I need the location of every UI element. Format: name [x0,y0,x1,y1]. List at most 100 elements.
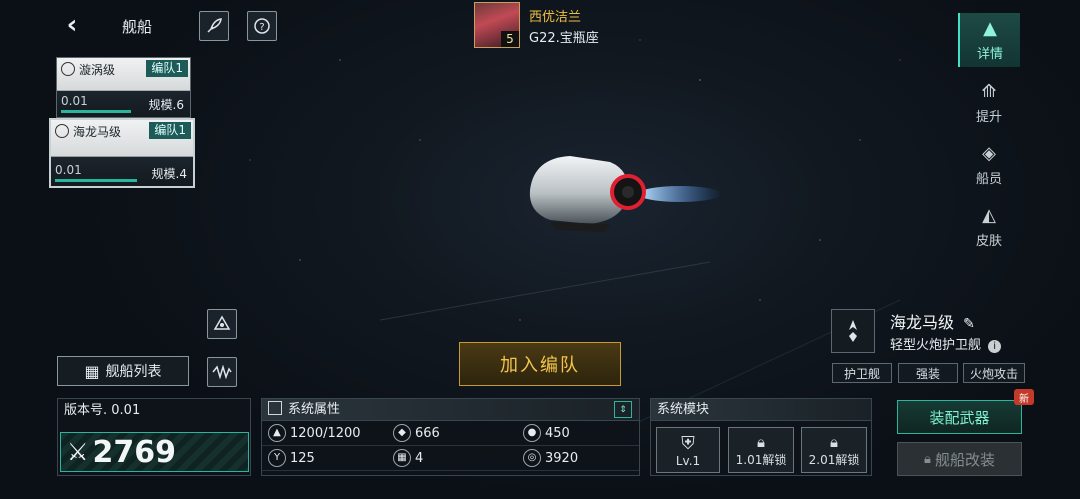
ship-list-label: 舰船列表 [105,364,162,380]
stat-value: 4 [415,450,424,466]
equip-weapons-button[interactable]: 装配武器 [897,400,1022,434]
ship-card-name: 海龙马级 [73,125,122,139]
stat-hull: ▲ 1200/1200 [262,421,387,446]
crossed-swords-icon: ⚔ [67,438,89,466]
hangar-screen: ‹ 舰船 ? 5 西优洁兰 G22.宝瓶座 漩涡级 编队1 0.01 规模.6 … [0,0,1080,499]
stat-value: 450 [545,425,570,441]
module-label: 1.01解锁 [735,452,787,467]
crew-icon: ◈ [982,143,996,164]
skin-icon: ◭ [982,205,996,226]
module-slot-2[interactable]: 🔒︎ 1.01解锁 [728,427,794,473]
lock-icon: 🔒︎ [757,432,765,451]
shield-icon: ● [523,424,541,442]
formation-icon [213,315,231,330]
stat-value: 3920 [545,450,579,466]
stat-value: 666 [415,425,440,441]
commander-avatar[interactable]: 5 [474,2,520,48]
modules-title: 系统模块 [651,399,871,421]
fleet-tag: 编队1 [146,60,188,77]
frigate-class-icon [845,320,861,342]
ship-card-bar [61,110,131,113]
tab-label: 提升 [975,110,1002,125]
target-icon: ◎ [523,449,541,467]
edit-icon[interactable]: ✎ [963,316,975,332]
rocket-button[interactable] [199,11,229,41]
stat-range: ◎ 3920 [517,446,639,471]
help-icon: ? [254,18,270,34]
tag-escort: 护卫舰 [832,363,892,383]
attributes-grid: ▲ 1200/1200 ◆ 666 ● 450 Y 125 ▦ 4 ◎ 3920 [262,421,639,471]
lock-icon: 🔒︎ [924,451,931,467]
module-slot-1[interactable]: ⛨ Lv.1 [656,427,720,473]
grid-icon: ▦ [393,449,411,467]
grid-icon: ▦ [84,361,100,381]
commander-location: G22.宝瓶座 [529,31,599,46]
tab-label: 皮肤 [975,234,1002,249]
tag-artillery: 火炮攻击 [963,363,1025,383]
ship-card-bar [55,179,137,182]
attributes-panel: 系统属性 ▲ 1200/1200 ◆ 666 ● 450 Y 125 ▦ 4 ◎ 3920 [261,398,640,476]
stats-button[interactable] [207,357,237,387]
lock-icon: 🔒︎ [830,432,838,451]
stat-slots: ▦ 4 [387,446,517,471]
module-slot-3[interactable]: 🔒︎ 2.01解锁 [801,427,867,473]
tab-label: 船员 [975,172,1002,187]
ship-card-1[interactable]: 漩涡级 编队1 0.01 规模.6 [56,57,191,118]
tab-skin[interactable]: ◭ 皮肤 [958,200,1020,254]
ship-model[interactable] [520,150,720,240]
ship-list-button[interactable]: ▦ 舰船列表 [57,356,189,386]
upgrade-icon: ⟰ [981,81,997,102]
ship-card-name: 漩涡级 [79,63,116,77]
hull-icon: ▲ [268,424,286,442]
tab-details[interactable]: ▲ 详情 [958,13,1020,67]
info-icon[interactable]: i [988,340,1002,353]
svg-text:?: ? [259,22,264,33]
stat-shield: ● 450 [517,421,639,446]
ship-card-2[interactable]: 海龙马级 编队1 0.01 规模.4 [49,118,195,188]
expand-icon: ⇕ [619,404,627,415]
fleet-tag: 编队1 [149,122,191,139]
page-title: 舰船 [122,18,153,36]
commander-name: 西优洁兰 [529,10,582,25]
tab-label: 详情 [976,47,1003,62]
rocket-icon [207,18,222,33]
tab-upgrade[interactable]: ⟰ 提升 [958,76,1020,130]
refit-label: 舰船改装 [934,450,995,469]
module-label: 2.01解锁 [808,452,860,467]
shield-icon: ⛨ [681,432,695,454]
ship-card-scale: 规模.6 [148,98,184,112]
stat-speed: Y 125 [262,446,387,471]
back-button[interactable]: ‹ [56,10,88,40]
attributes-title: 系统属性 [288,402,341,417]
module-label: Lv.1 [675,453,701,468]
ship-refit-button[interactable]: 🔒︎ 舰船改装 [897,442,1022,476]
attributes-icon [268,401,282,415]
stat-value: 1200/1200 [290,425,361,441]
speed-icon: Y [268,449,286,467]
ship-name: 海龙马级 ✎ [890,309,975,333]
tab-crew[interactable]: ◈ 船员 [958,138,1020,192]
commander-level: 5 [501,31,519,47]
new-badge: 新 [1014,389,1034,405]
wave-icon [212,365,232,379]
formation-button[interactable] [207,309,237,339]
ship-type-text: 轻型火炮护卫舰 [890,338,982,353]
tag-heavy-armor: 强装 [898,363,958,383]
stat-value: 125 [290,450,315,466]
ship-type: 轻型火炮护卫舰 i [890,334,1002,353]
attributes-header: 系统属性 [262,399,639,421]
combat-power: ⚔ 2769 [60,432,249,472]
join-fleet-button[interactable]: 加入编队 [459,342,621,386]
ship-card-value: 0.01 [55,163,82,177]
stat-armor: ◆ 666 [387,421,517,446]
details-icon: ▲ [983,18,997,39]
ship-name-text: 海龙马级 [890,313,955,332]
chevron-left-icon: ‹ [66,10,78,40]
ship-class-icon [55,124,69,138]
ship-card-value: 0.01 [61,94,88,108]
help-button[interactable]: ? [247,11,277,41]
combat-power-value: 2769 [92,434,177,470]
ship-class-badge [831,309,875,353]
toggle-attributes-button[interactable]: ⇕ [614,401,632,418]
ship-card-scale: 规模.4 [151,167,187,181]
